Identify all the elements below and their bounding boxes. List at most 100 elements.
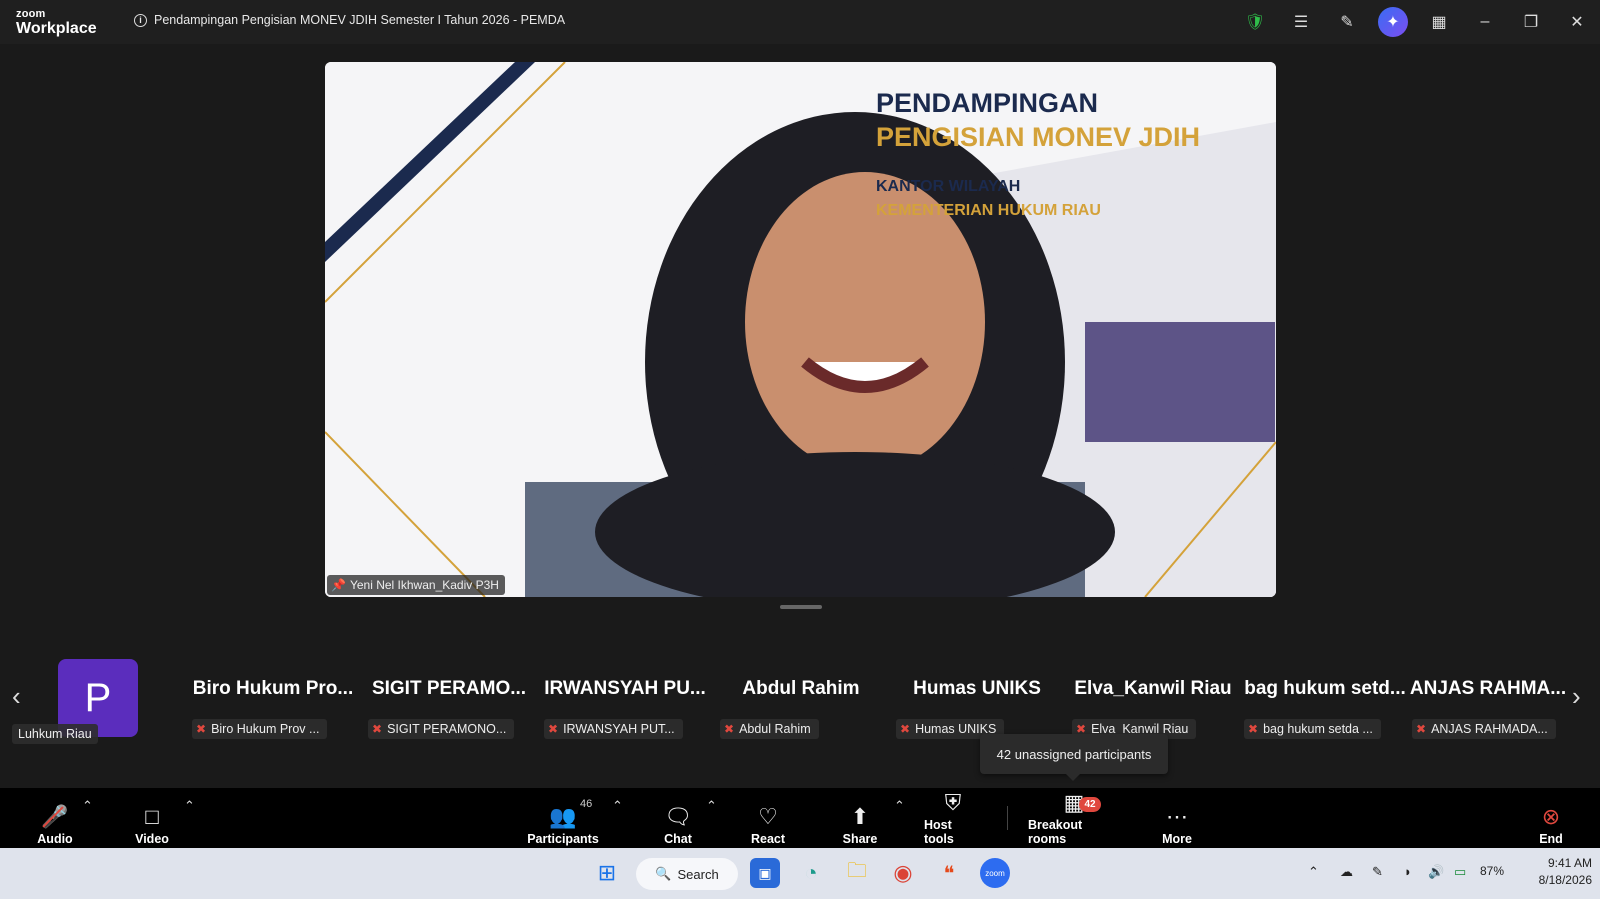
speaker-name: Yeni Nel Ikhwan_Kadiv P3H xyxy=(349,578,499,592)
video-camera-icon: □ xyxy=(145,804,159,829)
mic-muted-icon: ✖ xyxy=(196,722,207,736)
tray-overflow-icon[interactable]: ⌃ xyxy=(1308,864,1319,880)
participant-tile[interactable]: Biro Hukum Pro... ✖ Biro Hukum Prov ... xyxy=(188,656,358,740)
volume-icon[interactable]: 🔊 xyxy=(1428,864,1444,880)
participant-name: IRWANSYAH PU... xyxy=(544,678,706,699)
audio-button[interactable]: 🎤 Audio xyxy=(34,792,76,846)
participant-name: ANJAS RAHMA... xyxy=(1409,678,1567,699)
windows-taskbar: ⊞ 🔍 Search ▣ ◔ 🗀 ◉ ❝ zoom ⌃ ☁ ✎ ◗ 🔊 ▭ 87… xyxy=(0,848,1600,899)
acrobat-icon[interactable]: ❝ xyxy=(934,858,964,888)
edge-icon[interactable]: ◔ xyxy=(796,858,826,888)
participants-icon: 👥 xyxy=(549,804,577,829)
heart-icon: ♡ xyxy=(758,804,778,829)
meeting-toolbar: 🎤 Audio ⌃ □ Video ⌃ 👥 Participants 46 ⌃ … xyxy=(0,788,1600,848)
search-icon: 🔍 xyxy=(655,866,672,881)
slide-title: PENDAMPINGAN xyxy=(876,88,1099,118)
whiteboard-pen-icon[interactable]: ✎ xyxy=(1324,0,1370,44)
toolbar-divider xyxy=(1007,806,1008,830)
apps-grid-icon[interactable]: ▦ xyxy=(1416,0,1462,44)
mic-muted-icon: ✖ xyxy=(548,722,559,736)
video-button[interactable]: □ Video xyxy=(131,792,173,846)
breakout-tooltip: 42 unassigned participants xyxy=(980,734,1168,781)
mic-muted-icon: 🎤 xyxy=(41,804,69,829)
pin-icon: 📌 xyxy=(331,578,346,592)
audio-options-caret[interactable]: ⌃ xyxy=(82,798,93,814)
gallery-next-arrow[interactable]: › xyxy=(1572,681,1581,712)
participants-options-caret[interactable]: ⌃ xyxy=(612,798,623,814)
zoom-workplace-logo: zoom Workplace xyxy=(16,8,97,37)
battery-percent: 87% xyxy=(1480,864,1505,878)
video-options-caret[interactable]: ⌃ xyxy=(184,798,195,814)
participant-name: Humas UNIKS xyxy=(913,678,1041,699)
meeting-title[interactable]: i Pendampingan Pengisian MONEV JDIH Seme… xyxy=(134,13,565,27)
gallery-prev-arrow[interactable]: ‹ xyxy=(12,681,21,712)
taskbar-search[interactable]: 🔍 Search xyxy=(636,858,738,890)
title-bar: zoom Workplace i Pendampingan Pengisian … xyxy=(0,0,1600,44)
ai-companion-icon[interactable]: ✦ xyxy=(1370,0,1416,44)
share-button[interactable]: ⬆ Share xyxy=(840,792,880,846)
wifi-icon[interactable]: ◗ xyxy=(1404,864,1412,879)
shield-check-icon[interactable]: 🛡 xyxy=(1232,0,1278,44)
mic-muted-icon: ✖ xyxy=(1248,722,1259,736)
participant-label: ✖ SIGIT PERAMONO... xyxy=(368,719,515,739)
host-tools-button[interactable]: ⛨ Host tools xyxy=(924,790,982,846)
participant-label: ✖ IRWANSYAH PUT... xyxy=(544,719,683,739)
share-screen-icon: ⬆ xyxy=(850,804,870,829)
participant-name: bag hukum setd... xyxy=(1244,678,1406,699)
more-button[interactable]: ⋯ More xyxy=(1157,792,1197,846)
mic-muted-icon: ✖ xyxy=(724,722,735,736)
slide-subtitle: KANTOR WILAYAH xyxy=(876,178,1021,195)
react-button[interactable]: ♡ React xyxy=(748,792,788,846)
restore-icon[interactable]: ❐ xyxy=(1508,0,1554,44)
chat-button[interactable]: 🗨 Chat xyxy=(660,792,696,846)
info-icon[interactable]: i xyxy=(134,13,147,27)
close-icon[interactable]: ✕ xyxy=(1554,0,1600,44)
clock[interactable]: 9:41 AM 8/18/2026 xyxy=(1520,855,1592,889)
participant-label: ✖ bag hukum setda ... xyxy=(1244,719,1381,739)
participant-tile[interactable]: Elva_Kanwil Riau ✖ Elva_Kanwil Riau xyxy=(1068,656,1238,740)
avatar-initial: P xyxy=(84,675,112,720)
meeting-title-text: Pendampingan Pengisian MONEV JDIH Semest… xyxy=(154,13,566,27)
pen-icon[interactable]: ✎ xyxy=(1372,864,1383,880)
end-meeting-button[interactable]: ⊗ End xyxy=(1536,792,1566,846)
notes-icon[interactable]: ☰ xyxy=(1278,0,1324,44)
slide-subtitle-2: KEMENTERIAN HUKUM RIAU xyxy=(876,202,1101,219)
speaker-name-badge: 📌 Yeni Nel Ikhwan_Kadiv P3H xyxy=(327,575,505,595)
participant-tile[interactable]: Abdul Rahim ✖ Abdul Rahim xyxy=(716,656,886,740)
participant-name: Elva_Kanwil Riau xyxy=(1074,678,1232,699)
breakout-badge: 42 xyxy=(1079,797,1101,812)
participant-name: Abdul Rahim xyxy=(742,678,860,699)
mic-muted-icon: ✖ xyxy=(372,722,383,736)
chrome-icon[interactable]: ◉ xyxy=(888,858,918,888)
mic-muted-icon: ✖ xyxy=(900,722,911,736)
active-speaker-video[interactable]: PENDAMPINGAN PENGISIAN MONEV JDIH KANTOR… xyxy=(325,62,1276,597)
mic-muted-icon: ✖ xyxy=(1416,722,1427,736)
participant-label: ✖ Biro Hukum Prov ... xyxy=(192,719,328,739)
clock-time: 9:41 AM xyxy=(1547,856,1592,870)
participants-count: 46 xyxy=(580,798,593,810)
participant-tile[interactable]: bag hukum setd... ✖ bag hukum setda ... xyxy=(1240,656,1410,740)
participant-tile[interactable]: IRWANSYAH PU... ✖ IRWANSYAH PUT... xyxy=(540,656,710,740)
minimize-icon[interactable]: – xyxy=(1462,0,1508,44)
zoom-app-icon[interactable]: zoom xyxy=(980,858,1010,888)
end-icon: ⊗ xyxy=(1541,804,1561,829)
cloud-off-icon[interactable]: ☁ xyxy=(1340,864,1353,880)
shield-icon: ⛨ xyxy=(944,790,962,815)
participant-name: SIGIT PERAMO... xyxy=(371,678,527,699)
windows-start-icon[interactable]: ⊞ xyxy=(592,858,622,888)
participant-tile[interactable]: Humas UNIKS ✖ Humas UNIKS xyxy=(892,656,1062,740)
participant-name: Biro Hukum Pro... xyxy=(192,678,354,699)
participant-tile[interactable]: SIGIT PERAMO... ✖ SIGIT PERAMONO... xyxy=(364,656,534,740)
participant-tile[interactable]: ANJAS RAHMA... ✖ ANJAS RAHMADA... xyxy=(1408,656,1568,740)
chat-options-caret[interactable]: ⌃ xyxy=(706,798,717,814)
file-explorer-icon[interactable]: 🗀 xyxy=(842,858,872,888)
breakout-rooms-button[interactable]: ▦ Breakout rooms xyxy=(1028,790,1120,846)
share-options-caret[interactable]: ⌃ xyxy=(894,798,905,814)
clock-date: 8/18/2026 xyxy=(1538,873,1592,887)
battery-icon[interactable]: ▭ xyxy=(1454,864,1466,880)
store-icon[interactable]: ▣ xyxy=(750,858,780,888)
participant-label: ✖ Abdul Rahim xyxy=(720,719,819,739)
more-dots-icon: ⋯ xyxy=(1166,804,1188,829)
resize-handle[interactable] xyxy=(780,605,822,609)
participant-label: ✖ ANJAS RAHMADA... xyxy=(1412,719,1556,739)
